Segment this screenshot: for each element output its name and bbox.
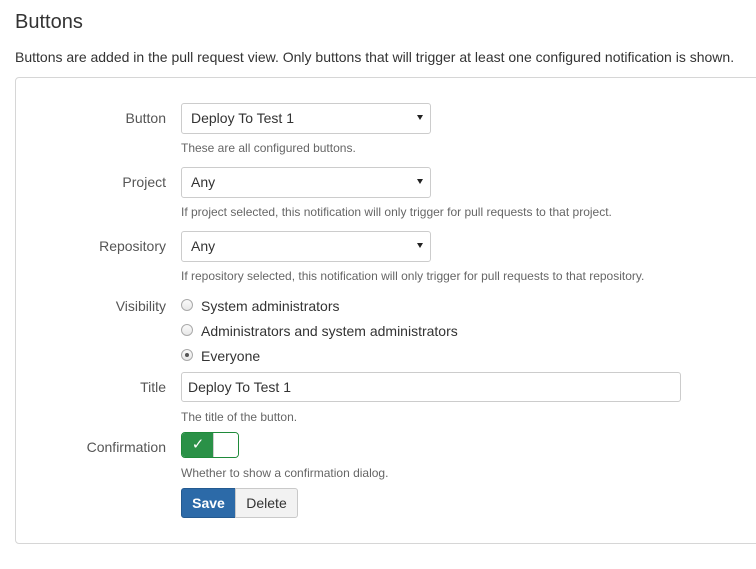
button-select-value: Deploy To Test 1 <box>191 110 294 126</box>
title-label: Title <box>140 379 166 395</box>
project-label: Project <box>122 174 166 190</box>
project-help: If project selected, this notification w… <box>181 205 612 219</box>
repository-select[interactable]: Any <box>181 231 431 262</box>
button-label: Button <box>125 110 166 126</box>
toggle-knob <box>213 433 238 457</box>
visibility-option-admins[interactable]: Administrators and system administrators <box>181 322 458 340</box>
confirmation-label: Confirmation <box>86 439 166 455</box>
visibility-option-system-admins[interactable]: System administrators <box>181 297 339 315</box>
radio-button[interactable] <box>181 324 193 336</box>
caret-down-icon <box>417 179 423 184</box>
page-description: Buttons are added in the pull request vi… <box>15 49 735 65</box>
button-select[interactable]: Deploy To Test 1 <box>181 103 431 134</box>
repository-label: Repository <box>99 238 166 254</box>
radio-button[interactable] <box>181 299 193 311</box>
title-help: The title of the button. <box>181 410 298 424</box>
button-help: These are all configured buttons. <box>181 141 356 155</box>
confirmation-help: Whether to show a confirmation dialog. <box>181 466 389 480</box>
confirmation-toggle[interactable]: ✓ <box>181 432 239 458</box>
caret-down-icon <box>417 243 423 248</box>
page-title: Buttons <box>15 11 83 33</box>
repository-help: If repository selected, this notificatio… <box>181 269 645 283</box>
delete-button[interactable]: Delete <box>235 488 298 518</box>
radio-label: Everyone <box>201 348 261 364</box>
title-input[interactable]: Deploy To Test 1 <box>181 372 681 402</box>
project-select[interactable]: Any <box>181 167 431 198</box>
radio-label: Administrators and system administrators <box>201 323 458 339</box>
check-icon: ✓ <box>182 433 214 457</box>
radio-button-selected[interactable] <box>181 349 193 361</box>
visibility-option-everyone[interactable]: Everyone <box>181 347 260 365</box>
caret-down-icon <box>417 115 423 120</box>
save-button[interactable]: Save <box>181 488 236 518</box>
repository-select-value: Any <box>191 238 216 254</box>
radio-label: System administrators <box>201 298 340 314</box>
visibility-label: Visibility <box>115 298 166 314</box>
project-select-value: Any <box>191 174 216 190</box>
